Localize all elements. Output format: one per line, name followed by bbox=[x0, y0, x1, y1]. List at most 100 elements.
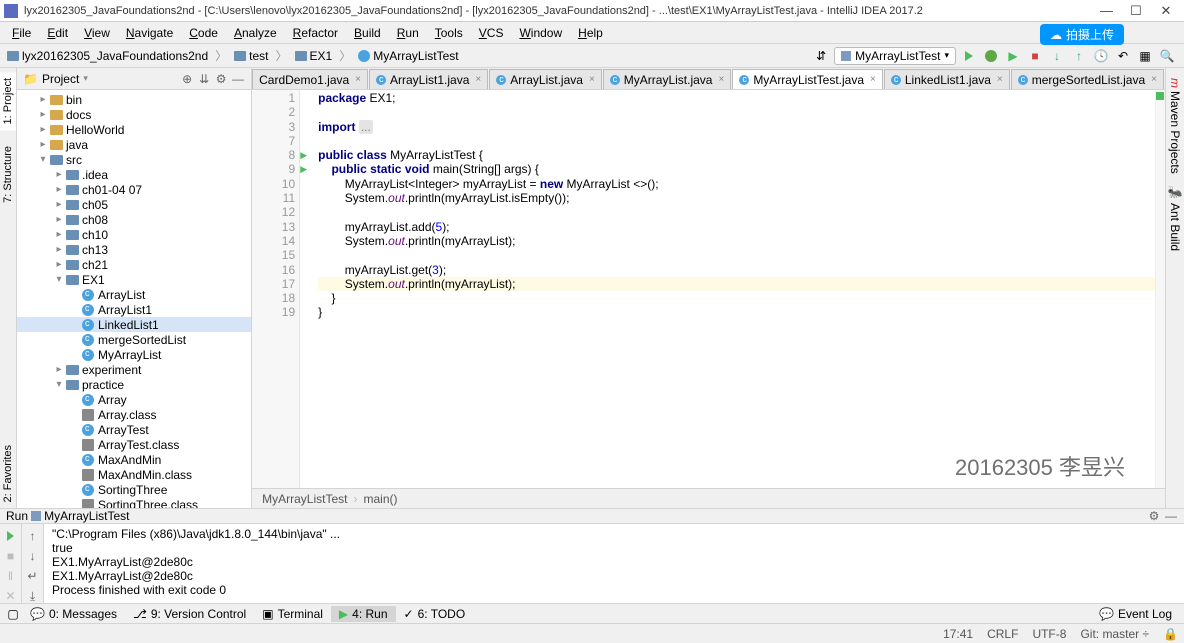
up-stack-button[interactable]: ↑ bbox=[25, 528, 41, 544]
editor-tab[interactable]: MyArrayList.java× bbox=[603, 69, 732, 89]
status-git[interactable]: Git: master ÷ bbox=[1080, 627, 1149, 641]
menu-navigate[interactable]: Navigate bbox=[118, 24, 181, 42]
rerun-button[interactable] bbox=[3, 528, 19, 544]
tree-item[interactable]: ▸experiment bbox=[17, 362, 251, 377]
tree-item[interactable]: ArrayTest bbox=[17, 422, 251, 437]
status-line-end[interactable]: CRLF bbox=[987, 627, 1018, 641]
close-icon[interactable]: × bbox=[1151, 74, 1157, 85]
sidebar-tab-maven[interactable]: mMaven Projects bbox=[1166, 72, 1184, 180]
soft-wrap-button[interactable]: ↵ bbox=[25, 568, 41, 584]
exit-run-button[interactable]: ✕ bbox=[3, 588, 19, 604]
tree-item[interactable]: SortingThree.class bbox=[17, 497, 251, 508]
sidebar-tab-project[interactable]: 1: Project bbox=[0, 72, 16, 130]
status-enc[interactable]: UTF-8 bbox=[1032, 627, 1066, 641]
menu-analyze[interactable]: Analyze bbox=[226, 24, 285, 42]
toolwindow-icon[interactable]: ▢ bbox=[4, 607, 22, 621]
vcs-update-button[interactable]: ↓ bbox=[1048, 47, 1066, 65]
menu-tools[interactable]: Tools bbox=[427, 24, 471, 42]
coverage-button[interactable]: ▶ bbox=[1004, 47, 1022, 65]
tree-item[interactable]: ▸ch05 bbox=[17, 197, 251, 212]
pause-run-button[interactable]: ‖ bbox=[3, 568, 19, 584]
stop-run-button[interactable]: ■ bbox=[3, 548, 19, 564]
menu-window[interactable]: Window bbox=[511, 24, 570, 42]
marker-strip[interactable] bbox=[1155, 90, 1165, 488]
down-stack-button[interactable]: ↓ bbox=[25, 548, 41, 564]
breadcrumb-item[interactable]: lyx20162305_JavaFoundations2nd bbox=[4, 48, 211, 64]
structure-button[interactable]: ▦ bbox=[1136, 47, 1154, 65]
tree-item[interactable]: ▸ch10 bbox=[17, 227, 251, 242]
close-icon[interactable]: × bbox=[355, 74, 361, 85]
editor-tab[interactable]: MyArrayListTest.java× bbox=[732, 69, 883, 89]
close-icon[interactable]: × bbox=[997, 74, 1003, 85]
tree-item[interactable]: ▸HelloWorld bbox=[17, 122, 251, 137]
scroll-end-button[interactable]: ⤓ bbox=[25, 588, 41, 604]
tree-item[interactable]: ▾practice bbox=[17, 377, 251, 392]
breadcrumb-item[interactable]: EX1 bbox=[292, 48, 336, 64]
tree-item[interactable]: ▸ch01-04 07 bbox=[17, 182, 251, 197]
event-log-button[interactable]: 💬 Event Log bbox=[1091, 606, 1180, 622]
tree-item[interactable]: ▸.idea bbox=[17, 167, 251, 182]
gutter[interactable]: 12378▶9▶10111213141516171819 bbox=[252, 90, 300, 488]
menu-edit[interactable]: Edit bbox=[39, 24, 76, 42]
revert-button[interactable]: ↶ bbox=[1114, 47, 1132, 65]
menu-file[interactable]: File bbox=[4, 24, 39, 42]
sidebar-tab-favorites[interactable]: 2: Favorites bbox=[0, 439, 16, 508]
bottom-button[interactable]: ▶4: Run bbox=[331, 606, 396, 622]
run-settings-icon[interactable]: ⚙ bbox=[1147, 509, 1161, 523]
tree-item[interactable]: ▸ch08 bbox=[17, 212, 251, 227]
settings-icon[interactable]: ⚙ bbox=[214, 72, 228, 86]
search-button[interactable]: 🔍 bbox=[1158, 47, 1176, 65]
tree-item[interactable]: ▸docs bbox=[17, 107, 251, 122]
tree-item[interactable]: SortingThree bbox=[17, 482, 251, 497]
tree-item[interactable]: mergeSortedList bbox=[17, 332, 251, 347]
close-icon[interactable]: × bbox=[718, 74, 724, 85]
tree-item[interactable]: ArrayList1 bbox=[17, 302, 251, 317]
debug-button[interactable] bbox=[982, 47, 1000, 65]
breadcrumb-item[interactable]: MyArrayListTest bbox=[355, 48, 461, 64]
bottom-button[interactable]: 💬0: Messages bbox=[22, 606, 125, 622]
run-hide-icon[interactable]: — bbox=[1164, 509, 1178, 523]
history-button[interactable]: 🕓 bbox=[1092, 47, 1110, 65]
tree-item[interactable]: ▾src bbox=[17, 152, 251, 167]
tree-item[interactable]: ArrayTest.class bbox=[17, 437, 251, 452]
menu-view[interactable]: View bbox=[76, 24, 118, 42]
collapse-all-icon[interactable]: ⇊ bbox=[197, 72, 211, 86]
editor-tab[interactable]: ArrayList1.java× bbox=[369, 69, 488, 89]
menu-run[interactable]: Run bbox=[389, 24, 427, 42]
stop-button[interactable]: ■ bbox=[1026, 47, 1044, 65]
editor-tab[interactable]: mergeSortedList.java× bbox=[1011, 69, 1164, 89]
editor-tab[interactable]: ArrayList.java× bbox=[489, 69, 602, 89]
bottom-button[interactable]: ▣Terminal bbox=[254, 606, 331, 622]
tree-item[interactable]: Array bbox=[17, 392, 251, 407]
editor-tab[interactable]: LinkedList1.java× bbox=[884, 69, 1010, 89]
tree-item[interactable]: LinkedList1 bbox=[17, 317, 251, 332]
tree-item[interactable]: MyArrayList bbox=[17, 347, 251, 362]
editor-tab[interactable]: CardDemo1.java× bbox=[252, 69, 368, 89]
menu-vcs[interactable]: VCS bbox=[471, 24, 512, 42]
tree-item[interactable]: ▾EX1 bbox=[17, 272, 251, 287]
run-config-select[interactable]: MyArrayListTest ▾ bbox=[834, 47, 956, 65]
bottom-button[interactable]: ✓6: TODO bbox=[396, 606, 474, 622]
tree-item[interactable]: MaxAndMin bbox=[17, 452, 251, 467]
vcs-commit-button[interactable]: ↑ bbox=[1070, 47, 1088, 65]
run-button[interactable] bbox=[960, 47, 978, 65]
menu-code[interactable]: Code bbox=[181, 24, 226, 42]
menu-help[interactable]: Help bbox=[570, 24, 611, 42]
tree-item[interactable]: ArrayList bbox=[17, 287, 251, 302]
hide-icon[interactable]: — bbox=[231, 72, 245, 86]
tree-item[interactable]: ▸bin bbox=[17, 92, 251, 107]
close-button[interactable]: ✕ bbox=[1160, 3, 1172, 19]
close-icon[interactable]: × bbox=[475, 74, 481, 85]
menu-refactor[interactable]: Refactor bbox=[285, 24, 346, 42]
breadcrumb-item[interactable]: test bbox=[231, 48, 271, 64]
bottom-button[interactable]: ⎇9: Version Control bbox=[125, 606, 254, 622]
minimize-button[interactable]: — bbox=[1100, 3, 1112, 19]
menu-build[interactable]: Build bbox=[346, 24, 389, 42]
lock-icon[interactable]: 🔒 bbox=[1163, 627, 1178, 641]
upload-button[interactable]: ☁ 拍摄上传 bbox=[1040, 24, 1124, 45]
tree-item[interactable]: ▸java bbox=[17, 137, 251, 152]
close-icon[interactable]: × bbox=[870, 74, 876, 85]
tree-item[interactable]: MaxAndMin.class bbox=[17, 467, 251, 482]
sidebar-tab-ant[interactable]: 🐜Ant Build bbox=[1166, 180, 1184, 258]
sidebar-tab-structure[interactable]: 7: Structure bbox=[0, 140, 16, 209]
